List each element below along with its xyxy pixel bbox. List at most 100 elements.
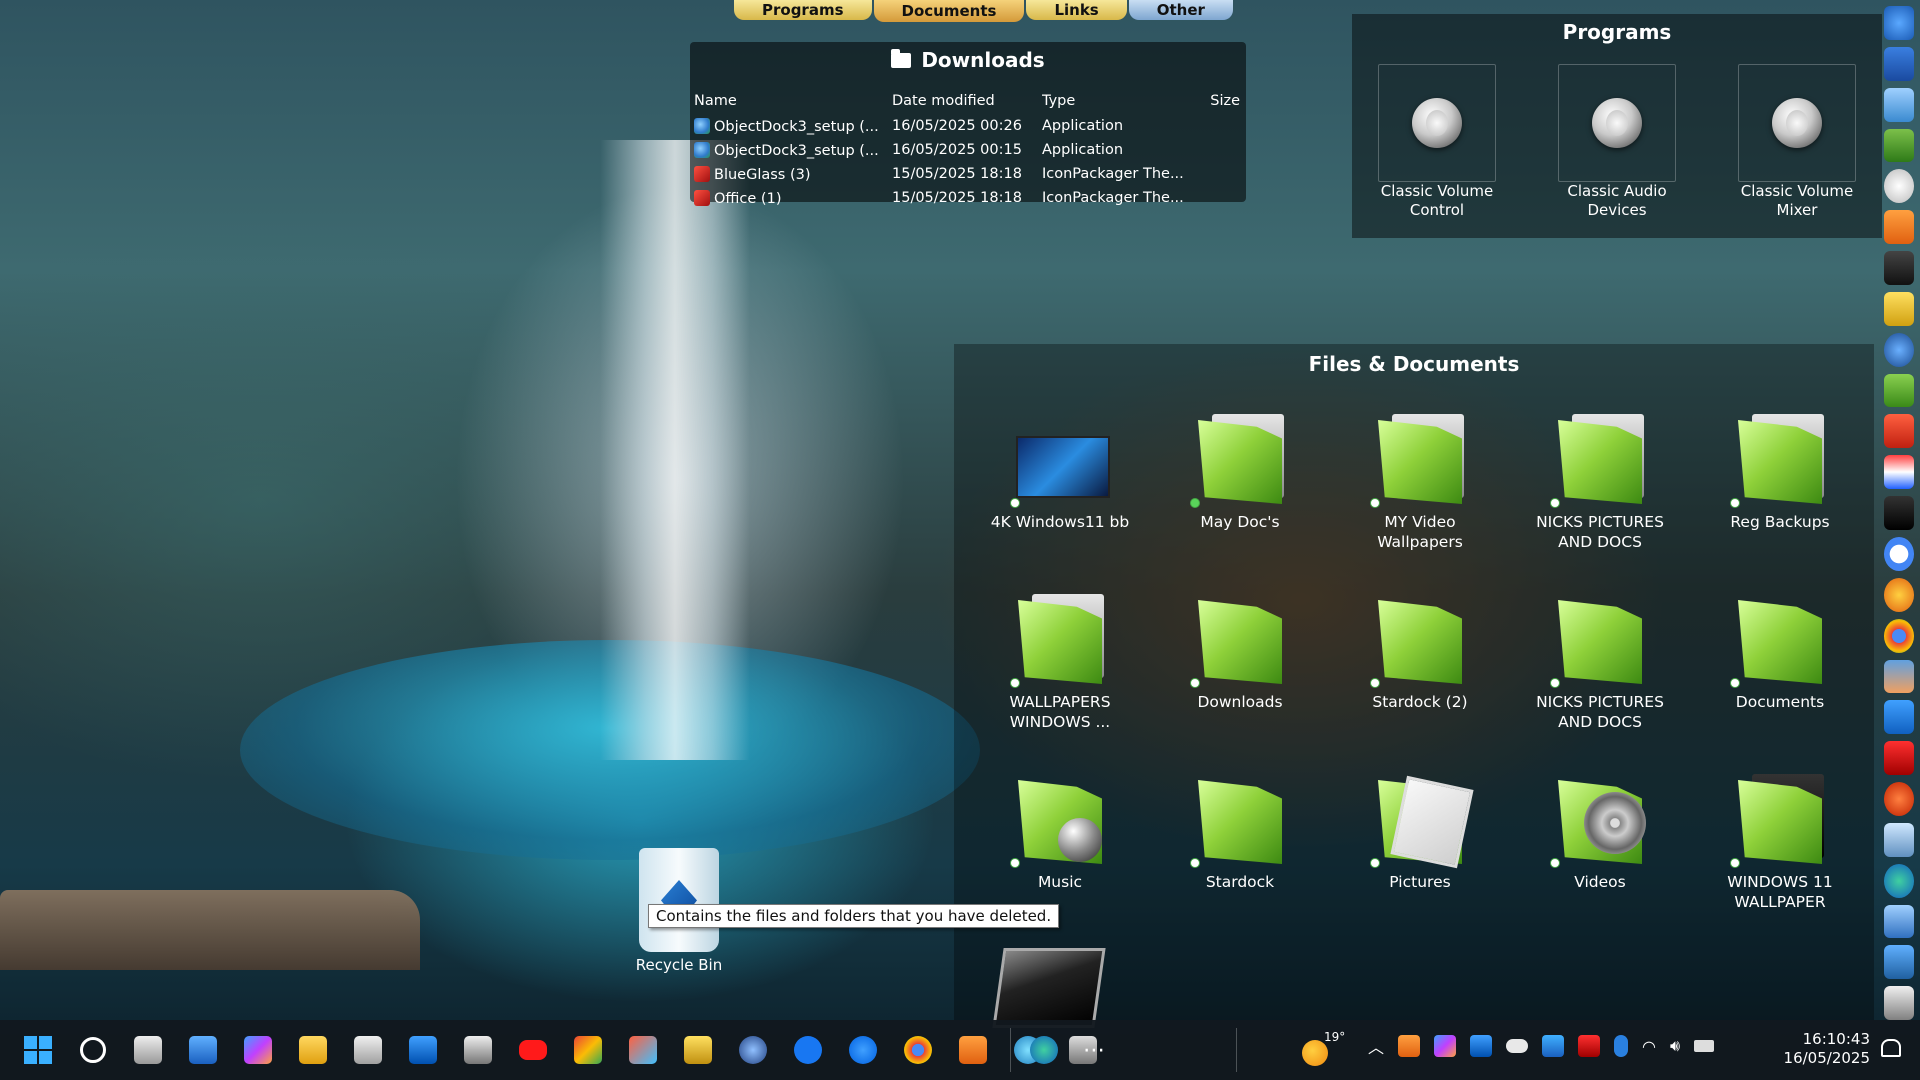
file-item[interactable]: 4K Windows11 bb bbox=[985, 412, 1135, 532]
file-item[interactable]: MY Video Wallpapers bbox=[1345, 412, 1495, 552]
file-item[interactable]: Stardock (2) bbox=[1345, 592, 1495, 712]
gears-icon bbox=[684, 1036, 712, 1064]
table-row[interactable]: Office (1) 15/05/2025 18:18 IconPackager… bbox=[690, 186, 1246, 210]
start-button[interactable] bbox=[18, 1030, 58, 1070]
warning-icon[interactable] bbox=[1398, 1035, 1421, 1057]
file-item[interactable]: Reg Backups bbox=[1705, 412, 1855, 532]
bell-icon[interactable] bbox=[1880, 1038, 1902, 1060]
file-item[interactable]: WINDOWS 11 WALLPAPER bbox=[1705, 772, 1855, 912]
monitor-icon[interactable] bbox=[992, 948, 1106, 1028]
table-row[interactable]: ObjectDock3_setup (... 16/05/2025 00:15 … bbox=[690, 138, 1246, 162]
cloud-icon[interactable] bbox=[1506, 1039, 1529, 1053]
monitor-icon[interactable] bbox=[1884, 904, 1914, 939]
file-item[interactable]: May Doc's bbox=[1165, 412, 1315, 532]
shield-icon[interactable] bbox=[1884, 741, 1914, 776]
window-icon[interactable] bbox=[1884, 496, 1914, 530]
outlook-icon[interactable] bbox=[1470, 1035, 1493, 1057]
more-button[interactable]: ⋯ bbox=[1074, 1030, 1114, 1070]
clock[interactable]: 16:10:43 16/05/2025 bbox=[1768, 1030, 1870, 1068]
youtube-button[interactable] bbox=[513, 1030, 553, 1070]
classic-volume-control[interactable]: Classic Volume Control bbox=[1372, 64, 1502, 220]
recycle-icon[interactable] bbox=[1884, 87, 1914, 122]
gears-app-button[interactable] bbox=[678, 1030, 718, 1070]
cursor-icon[interactable] bbox=[1884, 332, 1914, 367]
file-item[interactable]: Pictures bbox=[1345, 772, 1495, 892]
layers-icon[interactable] bbox=[1884, 945, 1914, 980]
store-icon bbox=[354, 1036, 382, 1064]
task-view-button[interactable] bbox=[128, 1030, 168, 1070]
column-name[interactable]: Name bbox=[690, 93, 892, 109]
folder-icon[interactable] bbox=[1884, 373, 1914, 408]
cube-icon[interactable] bbox=[1884, 455, 1914, 490]
chrome-icon[interactable] bbox=[1884, 618, 1914, 653]
folder-icon[interactable] bbox=[1884, 128, 1914, 163]
messenger-button[interactable] bbox=[843, 1030, 883, 1070]
notepad-button[interactable] bbox=[183, 1030, 223, 1070]
file-item[interactable]: Downloads bbox=[1165, 592, 1315, 712]
photos-icon[interactable] bbox=[1884, 659, 1914, 694]
file-item[interactable]: Music bbox=[985, 772, 1135, 892]
upload-icon[interactable] bbox=[1884, 700, 1914, 735]
edge-icon[interactable] bbox=[1884, 863, 1914, 898]
clock-icon[interactable] bbox=[1884, 169, 1914, 204]
outlook-button[interactable] bbox=[403, 1030, 443, 1070]
arrow-icon[interactable] bbox=[1884, 46, 1914, 81]
warning-icon[interactable] bbox=[1884, 210, 1914, 245]
file-item[interactable]: Documents bbox=[1705, 592, 1855, 712]
column-date-modified[interactable]: Date modified bbox=[892, 93, 1042, 109]
cursor-app-button[interactable] bbox=[733, 1030, 773, 1070]
start-orb-icon[interactable] bbox=[1884, 6, 1914, 40]
copilot-button[interactable] bbox=[238, 1030, 278, 1070]
search-button[interactable] bbox=[73, 1030, 113, 1070]
green-folder bbox=[1738, 600, 1822, 684]
file-date: 15/05/2025 18:18 bbox=[892, 166, 1022, 182]
table-row[interactable]: ObjectDock3_setup (... 16/05/2025 00:26 … bbox=[690, 114, 1246, 138]
umbrella-icon[interactable] bbox=[1884, 986, 1914, 1021]
network-icon[interactable] bbox=[1884, 822, 1914, 857]
files-documents-fence[interactable]: Files & Documents 4K Windows11 bb May Do… bbox=[954, 344, 1874, 1020]
google-icon[interactable] bbox=[1884, 536, 1914, 571]
gears-icon[interactable] bbox=[1884, 291, 1914, 326]
table-row[interactable]: BlueGlass (3) 15/05/2025 18:18 IconPacka… bbox=[690, 162, 1246, 186]
programs-fence[interactable]: Programs Classic Volume Control Classic … bbox=[1352, 14, 1882, 238]
tab-programs[interactable]: Programs bbox=[734, 0, 872, 20]
facebook-button[interactable] bbox=[788, 1030, 828, 1070]
bluetooth-icon[interactable] bbox=[1614, 1035, 1629, 1057]
program-tile bbox=[1558, 64, 1676, 182]
column-type[interactable]: Type bbox=[1042, 93, 1190, 109]
tab-links[interactable]: Links bbox=[1026, 0, 1127, 20]
notes-icon[interactable] bbox=[1884, 251, 1914, 285]
file-item[interactable]: Videos bbox=[1525, 772, 1675, 892]
paint-button[interactable] bbox=[623, 1030, 663, 1070]
theme-icon bbox=[694, 165, 710, 182]
file-item[interactable]: WALLPAPERS WINDOWS ... bbox=[985, 592, 1135, 732]
crown-app-button[interactable] bbox=[458, 1030, 498, 1070]
column-size[interactable]: Size bbox=[1190, 93, 1240, 109]
tab-documents[interactable]: Documents bbox=[873, 0, 1025, 22]
security-icon[interactable] bbox=[1542, 1035, 1565, 1057]
downloads-fence[interactable]: Downloads Name Date modified Type Size O… bbox=[690, 42, 1246, 207]
wifi-icon[interactable]: ◠ bbox=[1642, 1037, 1656, 1056]
file-item[interactable]: NICKS PICTURES AND DOCS bbox=[1525, 412, 1675, 552]
warning-app-button[interactable] bbox=[953, 1030, 993, 1070]
gmail-button[interactable] bbox=[568, 1030, 608, 1070]
file-item[interactable]: NICKS PICTURES AND DOCS bbox=[1525, 592, 1675, 732]
file-item[interactable]: Stardock bbox=[1165, 772, 1315, 892]
volume-icon[interactable]: 🔊︎ bbox=[1670, 1036, 1680, 1056]
classic-audio-devices[interactable]: Classic Audio Devices bbox=[1552, 64, 1682, 220]
battery-icon[interactable] bbox=[1694, 1040, 1715, 1052]
chrome-button[interactable] bbox=[898, 1030, 938, 1070]
edge-button[interactable] bbox=[1024, 1030, 1064, 1070]
weather-widget[interactable]: 19° bbox=[1300, 1028, 1345, 1072]
app-icon[interactable] bbox=[1884, 782, 1914, 816]
chevron-up-icon[interactable]: ︿ bbox=[1368, 1034, 1384, 1058]
file-explorer-button[interactable] bbox=[293, 1030, 333, 1070]
folder-icon bbox=[1188, 412, 1292, 510]
firefox-icon[interactable] bbox=[1884, 577, 1914, 612]
paint-icon[interactable] bbox=[1884, 414, 1914, 449]
shield-icon[interactable] bbox=[1578, 1035, 1601, 1057]
tab-other[interactable]: Other bbox=[1128, 0, 1233, 20]
copilot-icon[interactable] bbox=[1434, 1035, 1457, 1057]
microsoft-store-button[interactable] bbox=[348, 1030, 388, 1070]
classic-volume-mixer[interactable]: Classic Volume Mixer bbox=[1732, 64, 1862, 220]
